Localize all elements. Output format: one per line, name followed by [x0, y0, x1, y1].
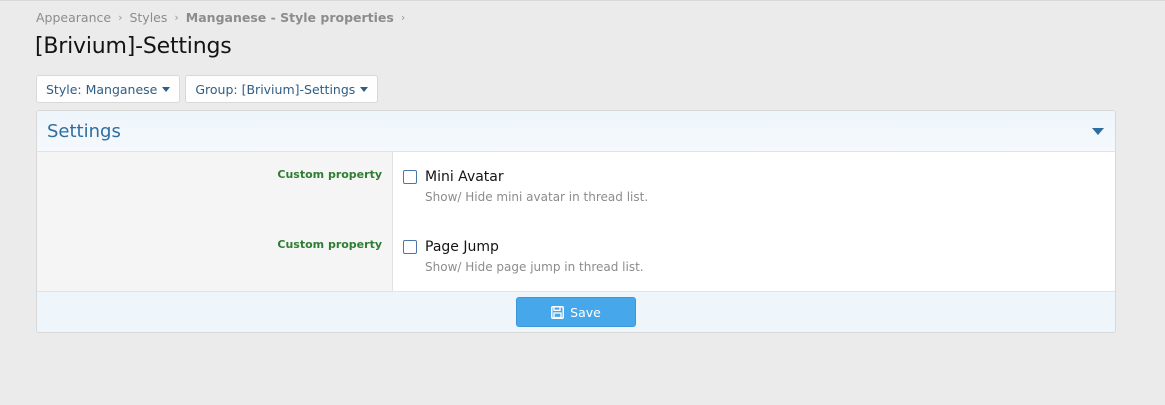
save-button[interactable]: Save	[516, 297, 636, 327]
top-border	[0, 0, 1165, 1]
property-label: Custom property	[37, 222, 393, 291]
collapse-toggle-icon[interactable]	[1092, 127, 1104, 135]
group-menu-button[interactable]: Group: [Brivium]-Settings	[185, 75, 379, 103]
property-rows: Custom property Mini Avatar Show/ Hide m…	[37, 152, 1115, 291]
breadcrumb-separator: ›	[174, 11, 179, 24]
breadcrumb-style-properties[interactable]: Manganese - Style properties	[186, 10, 394, 25]
style-menu-button[interactable]: Style: Manganese	[36, 75, 181, 103]
breadcrumb-styles[interactable]: Styles	[129, 10, 167, 25]
breadcrumb: Appearance › Styles › Manganese - Style …	[36, 10, 412, 25]
breadcrumb-separator: ›	[118, 11, 123, 24]
filter-bar: Style: Manganese Group: [Brivium]-Settin…	[36, 75, 379, 103]
caret-down-icon	[162, 87, 171, 92]
property-row-page-jump: Custom property Page Jump Show/ Hide pag…	[37, 222, 1115, 291]
mini-avatar-label[interactable]: Mini Avatar	[425, 169, 504, 185]
property-body: Page Jump Show/ Hide page jump in thread…	[393, 222, 1115, 291]
page-jump-hint: Show/ Hide page jump in thread list.	[425, 260, 644, 274]
property-label: Custom property	[37, 152, 393, 222]
page-jump-label[interactable]: Page Jump	[425, 239, 499, 255]
mini-avatar-option[interactable]: Mini Avatar	[403, 169, 1115, 185]
breadcrumb-appearance[interactable]: Appearance	[36, 10, 111, 25]
group-menu-label: Group: [Brivium]-Settings	[195, 81, 356, 97]
settings-block: Settings Custom property Mini Avatar Sho…	[36, 110, 1116, 333]
save-label: Save	[570, 304, 601, 320]
floppy-disk-icon	[551, 305, 565, 319]
section-title: Settings	[47, 120, 121, 142]
page-jump-option[interactable]: Page Jump	[403, 239, 1115, 255]
breadcrumb-separator: ›	[400, 11, 406, 24]
caret-down-icon	[360, 87, 369, 92]
page-jump-checkbox[interactable]	[403, 240, 417, 254]
settings-header[interactable]: Settings	[37, 111, 1115, 152]
page-title: [Brivium]-Settings	[35, 34, 232, 59]
mini-avatar-hint: Show/ Hide mini avatar in thread list.	[425, 190, 649, 204]
style-menu-label: Style: Manganese	[46, 81, 158, 97]
property-row-mini-avatar: Custom property Mini Avatar Show/ Hide m…	[37, 152, 1115, 222]
mini-avatar-checkbox[interactable]	[403, 170, 417, 184]
form-footer: Save	[37, 291, 1115, 332]
property-body: Mini Avatar Show/ Hide mini avatar in th…	[393, 152, 1115, 222]
